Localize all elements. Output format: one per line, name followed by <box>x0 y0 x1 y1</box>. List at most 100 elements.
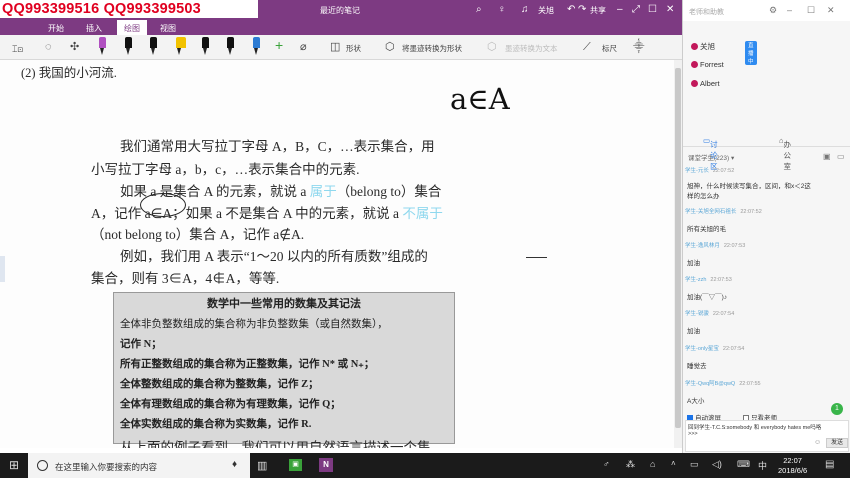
avatar <box>691 61 698 68</box>
eraser-icon[interactable]: ⌀ <box>300 41 307 53</box>
lightbulb-icon[interactable]: ♀ <box>498 4 506 15</box>
panel-header: 老师和助教 ⚙ – ☐ ✕ <box>683 0 850 21</box>
tab-draw[interactable]: 绘图 <box>117 20 147 35</box>
para3-line2: 集合，则有 3∈A，4∉A，等等. <box>91 271 280 286</box>
minimize-icon[interactable]: – <box>787 5 792 15</box>
task-view-icon[interactable]: ▥ <box>257 459 267 472</box>
fullscreen-icon[interactable]: ⤢ <box>632 4 640 15</box>
pen-1-icon[interactable] <box>98 37 107 56</box>
redo-icon[interactable]: ↷ <box>578 4 586 15</box>
para1-line2: 小写拉丁字母 a，b，c，…表示集合中的元素. <box>91 162 360 177</box>
member-item[interactable]: Albert <box>691 79 720 88</box>
select-text-icon[interactable]: ⌶⊡ <box>12 43 23 55</box>
lasso-icon[interactable]: ◌ <box>45 41 52 53</box>
replay-icon[interactable]: ⸎ <box>633 41 644 53</box>
maximize-icon[interactable]: ☐ <box>648 4 657 15</box>
chat-message-header: 学生-zzh 22:07:53 <box>685 277 732 283</box>
page-nav-handle[interactable] <box>0 256 5 282</box>
gear-icon[interactable]: ⚙ <box>769 5 777 16</box>
ruler-icon[interactable]: ⟋ <box>583 41 591 53</box>
chat-message-header: 学生-锐骏 22:07:54 <box>685 311 735 317</box>
pen-5-icon[interactable] <box>226 37 235 56</box>
tab-discussion[interactable]: ▭ 讨论区 <box>703 136 718 171</box>
highlighter-icon[interactable] <box>175 37 187 56</box>
class-selector[interactable]: 课堂学生(223) ▾ <box>688 152 734 162</box>
image-icon[interactable]: ▣ <box>823 152 831 161</box>
onenote-app-icon[interactable]: N <box>319 458 333 472</box>
taskbar-search[interactable]: 在这里输入你要搜索的内容 ♦ <box>28 453 250 478</box>
notification-icon[interactable]: ▤ <box>825 459 834 470</box>
chat-input-more: >>> <box>688 431 698 437</box>
maximize-icon[interactable]: ☐ <box>807 5 815 16</box>
box-title: 数学中一些常用的数集及其记法 <box>207 298 361 310</box>
space-icon[interactable]: ✣ <box>70 41 79 53</box>
unread-badge[interactable]: 1 <box>831 403 843 415</box>
minimize-icon[interactable]: – <box>617 4 623 15</box>
chat-message-text: 所有关旭的毛 <box>687 226 726 233</box>
network-icon[interactable]: ⌂ <box>650 459 655 469</box>
handwritten-dash <box>526 257 547 258</box>
ink-to-shape-icon[interactable]: ⬡ <box>385 41 395 53</box>
vertical-scrollbar[interactable] <box>674 60 682 448</box>
page-heading: (2) 我国的小河流. <box>21 66 117 80</box>
emoji-icon[interactable]: ☺ <box>814 439 821 446</box>
ink-to-shape-button[interactable]: 将墨迹转换为形状 <box>402 43 462 54</box>
chat-tabs: ▭ 讨论区 ⌂ 办公室 <box>683 133 850 171</box>
box-line: 记作 N； <box>120 339 162 350</box>
note-canvas[interactable]: (2) 我国的小河流. a∈A 我们通常用大写拉丁字母 A，B，C，…表示集合，… <box>0 60 682 448</box>
member-item[interactable]: Forrest <box>691 60 724 69</box>
pen-3-icon[interactable] <box>149 37 158 56</box>
para2-line3: （not belong to）集合 A，记作 a∉A. <box>91 227 305 242</box>
chat-message-text: 旭神，什么时候读写集合，区间，和x＜2这 <box>687 183 811 190</box>
tab-view[interactable]: 视图 <box>160 23 176 34</box>
search-icon[interactable]: ⌕ <box>476 4 482 15</box>
battery-icon[interactable]: ▭ <box>690 459 699 470</box>
chat-message-text: 加油 <box>687 260 700 267</box>
pen-4-icon[interactable] <box>201 37 210 56</box>
close-icon[interactable]: ✕ <box>827 5 835 16</box>
undo-icon[interactable]: ↶ <box>567 4 575 15</box>
volume-icon[interactable]: ◁) <box>712 459 722 470</box>
chat-message-header: 学生-only星宝 22:07:54 <box>685 346 745 352</box>
ribbon-tabs: 开始 插入 绘图 视图 <box>0 20 682 35</box>
number-sets-box: 数学中一些常用的数集及其记法 全体非负整数组成的集合称为非负整数集（或自然数集）… <box>113 292 455 444</box>
chat-message-header: 学生-Qwq阿B@qwQ 22:07:55 <box>685 381 761 387</box>
member-item[interactable]: 关旭 直播中 <box>691 41 757 65</box>
tab-office[interactable]: ⌂ 办公室 <box>779 136 791 171</box>
chat-message-header: 学生-逸风林月 22:07:53 <box>685 243 746 249</box>
keyboard-icon[interactable]: ⌨ <box>737 459 750 470</box>
pen-2-icon[interactable] <box>124 37 133 56</box>
clock-date: 2018/6/6 <box>778 466 808 475</box>
tab-home[interactable]: 开始 <box>48 23 64 34</box>
scrollbar-thumb[interactable] <box>675 68 681 428</box>
microphone-icon[interactable]: ♦ <box>232 459 237 470</box>
chat-input[interactable]: 回到学生-T.C.S:somebody 和 everybody hates me… <box>685 420 849 452</box>
taskbar-search-input[interactable]: 在这里输入你要搜索的内容 <box>55 461 157 473</box>
chat-message-text: 加油 <box>687 328 700 335</box>
windows-start-icon[interactable]: ⊞ <box>9 458 19 472</box>
send-button[interactable]: 发送 <box>826 438 848 448</box>
classin-app-icon[interactable]: ▣ <box>289 459 302 471</box>
shapes-icon[interactable]: ◫ <box>330 41 340 53</box>
people-icon[interactable]: ⁂ <box>626 459 635 470</box>
para1-line1: 我们通常用大写拉丁字母 A，B，C，…表示集合，用 <box>120 139 435 154</box>
share-button[interactable]: 共享 <box>590 5 606 16</box>
add-pen-icon[interactable]: + <box>275 38 283 52</box>
tab-insert[interactable]: 插入 <box>86 23 102 34</box>
shape-button[interactable]: 形状 <box>346 43 361 54</box>
more-icon[interactable]: ▭ <box>837 152 845 161</box>
box-line: 全体非负整数组成的集合称为非负整数集（或自然数集）， <box>120 319 388 330</box>
close-icon[interactable]: ✕ <box>666 4 674 15</box>
chat-message-text: 加油(￣▽￣)♪ <box>687 294 728 301</box>
pen-6-icon[interactable] <box>252 37 261 56</box>
panel-search-input[interactable]: 老师和助教 <box>689 7 724 17</box>
handwritten-circle <box>140 193 186 217</box>
system-clock[interactable]: 22:07 2018/6/6 <box>778 456 807 476</box>
pen-workspace-icon[interactable]: ♂ <box>603 459 610 469</box>
ime-indicator[interactable]: 中 <box>758 459 767 472</box>
chat-message-text: 样的怎么办 <box>687 193 720 200</box>
ruler-button[interactable]: 标尺 <box>602 43 617 54</box>
bell-icon[interactable]: ♫ <box>521 4 529 15</box>
chevron-up-icon[interactable]: ˄ <box>671 459 676 468</box>
user-name[interactable]: 关旭 <box>538 5 554 16</box>
